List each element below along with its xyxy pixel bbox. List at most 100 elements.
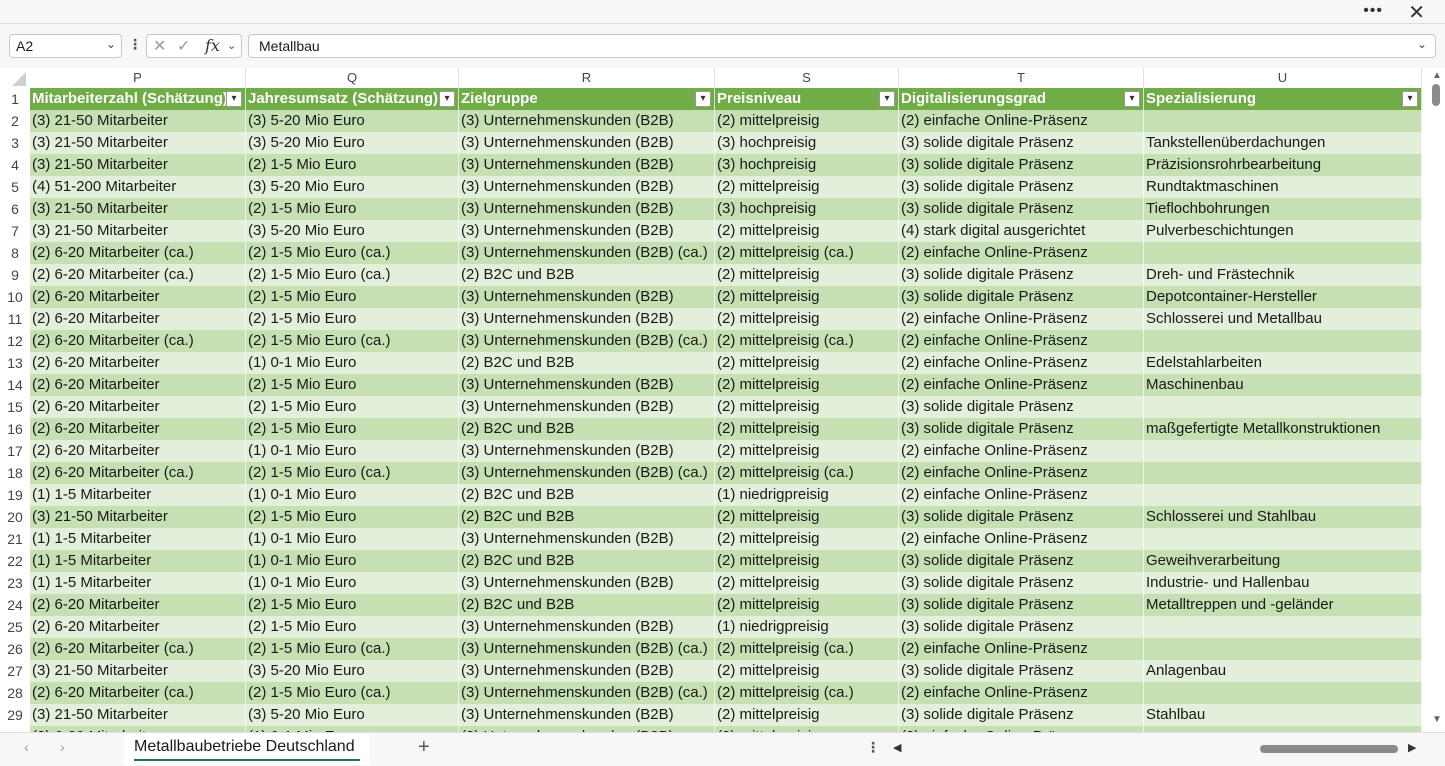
row-number[interactable]: 10 xyxy=(0,286,30,308)
table-cell[interactable] xyxy=(1144,396,1422,418)
table-cell[interactable]: (2) mittelpreisig xyxy=(715,550,899,572)
table-cell[interactable]: (2) mittelpreisig xyxy=(715,286,899,308)
table-cell[interactable]: Depotcontainer-Hersteller xyxy=(1144,286,1422,308)
row-number[interactable]: 14 xyxy=(0,374,30,396)
table-cell[interactable]: (2) B2C und B2B xyxy=(459,594,715,616)
table-cell[interactable]: (3) Unternehmenskunden (B2B) xyxy=(459,308,715,330)
row-number[interactable]: 22 xyxy=(0,550,30,572)
table-cell[interactable]: (2) einfache Online-Präsenz xyxy=(899,242,1144,264)
table-cell[interactable]: (3) 21-50 Mitarbeiter xyxy=(30,506,246,528)
table-cell[interactable]: Stahlbau xyxy=(1144,704,1422,726)
row-number[interactable]: 9 xyxy=(0,264,30,286)
table-cell[interactable]: (3) solide digitale Präsenz xyxy=(899,396,1144,418)
column-header-s[interactable]: S xyxy=(715,68,899,88)
table-cell[interactable]: (3) solide digitale Präsenz xyxy=(899,418,1144,440)
table-cell[interactable]: (3) 21-50 Mitarbeiter xyxy=(30,704,246,726)
table-cell[interactable]: (3) Unternehmenskunden (B2B) xyxy=(459,440,715,462)
table-cell[interactable]: (2) mittelpreisig xyxy=(715,308,899,330)
table-cell[interactable]: (3) Unternehmenskunden (B2B) (ca.) xyxy=(459,682,715,704)
row-number[interactable]: 28 xyxy=(0,682,30,704)
table-cell[interactable]: (3) Unternehmenskunden (B2B) xyxy=(459,396,715,418)
table-cell[interactable] xyxy=(1144,462,1422,484)
row-number[interactable]: 19 xyxy=(0,484,30,506)
table-cell[interactable]: (3) solide digitale Präsenz xyxy=(899,616,1144,638)
row-number[interactable]: 15 xyxy=(0,396,30,418)
row-number[interactable]: 5 xyxy=(0,176,30,198)
table-cell[interactable]: (2) B2C und B2B xyxy=(459,264,715,286)
prev-sheet-icon[interactable]: ‹ xyxy=(24,739,29,755)
table-cell[interactable]: (2) 1-5 Mio Euro xyxy=(246,506,459,528)
table-cell[interactable]: (2) mittelpreisig xyxy=(715,594,899,616)
row-number[interactable]: 20 xyxy=(0,506,30,528)
table-cell[interactable]: (2) 6-20 Mitarbeiter (ca.) xyxy=(30,682,246,704)
table-cell[interactable]: Tankstellenüberdachungen xyxy=(1144,132,1422,154)
row-number[interactable]: 4 xyxy=(0,154,30,176)
table-cell[interactable]: (2) einfache Online-Präsenz xyxy=(899,638,1144,660)
row-number[interactable]: 12 xyxy=(0,330,30,352)
chevron-down-icon[interactable]: ⌄ xyxy=(106,37,116,51)
table-cell[interactable]: (2) 6-20 Mitarbeiter xyxy=(30,308,246,330)
row-number[interactable]: 11 xyxy=(0,308,30,330)
column-header-t[interactable]: T xyxy=(899,68,1144,88)
row-number[interactable]: 16 xyxy=(0,418,30,440)
table-cell[interactable]: (2) 6-20 Mitarbeiter xyxy=(30,352,246,374)
more-vertical-icon[interactable]: ⋮ xyxy=(866,739,880,756)
table-cell[interactable]: (2) einfache Online-Präsenz xyxy=(899,440,1144,462)
filter-dropdown-icon[interactable]: ▾ xyxy=(879,91,895,107)
table-cell[interactable]: (2) mittelpreisig xyxy=(715,176,899,198)
table-cell[interactable]: (3) Unternehmenskunden (B2B) (ca.) xyxy=(459,330,715,352)
table-header-cell[interactable]: Jahresumsatz (Schätzung) ▾ xyxy=(246,88,459,110)
table-cell[interactable]: Schlosserei und Stahlbau xyxy=(1144,506,1422,528)
table-cell[interactable]: (1) 0-1 Mio Euro xyxy=(246,440,459,462)
table-cell[interactable]: (2) mittelpreisig xyxy=(715,220,899,242)
table-cell[interactable]: (3) Unternehmenskunden (B2B) xyxy=(459,132,715,154)
table-cell[interactable]: (4) stark digital ausgerichtet xyxy=(899,220,1144,242)
chevron-down-icon[interactable]: ⌄ xyxy=(227,39,236,52)
table-cell[interactable]: (2) mittelpreisig xyxy=(715,374,899,396)
table-cell[interactable]: (2) 1-5 Mio Euro xyxy=(246,198,459,220)
table-cell[interactable]: (3) hochpreisig xyxy=(715,198,899,220)
table-cell[interactable]: (2) 1-5 Mio Euro (ca.) xyxy=(246,462,459,484)
formula-input[interactable]: Metallbau ⌄ xyxy=(248,34,1436,58)
table-cell[interactable]: (1) 0-1 Mio Euro xyxy=(246,352,459,374)
table-cell[interactable]: (3) 5-20 Mio Euro xyxy=(246,132,459,154)
table-cell[interactable]: (2) 1-5 Mio Euro xyxy=(246,396,459,418)
table-cell[interactable]: (3) Unternehmenskunden (B2B) (ca.) xyxy=(459,462,715,484)
filter-dropdown-icon[interactable]: ▾ xyxy=(439,91,455,107)
row-number[interactable]: 23 xyxy=(0,572,30,594)
table-cell[interactable]: Industrie- und Hallenbau xyxy=(1144,572,1422,594)
sheet-tab-active[interactable]: Metallbaubetriebe Deutschland xyxy=(124,733,370,765)
row-number[interactable]: 18 xyxy=(0,462,30,484)
scroll-right-icon[interactable]: ▶ xyxy=(1408,741,1416,754)
table-cell[interactable]: (2) mittelpreisig (ca.) xyxy=(715,638,899,660)
filter-dropdown-icon[interactable]: ▾ xyxy=(1402,91,1418,107)
scroll-down-icon[interactable]: ▼ xyxy=(1432,714,1442,725)
table-cell[interactable]: (2) mittelpreisig xyxy=(715,352,899,374)
table-cell[interactable]: (2) B2C und B2B xyxy=(459,418,715,440)
table-cell[interactable]: (2) 6-20 Mitarbeiter xyxy=(30,286,246,308)
column-header-p[interactable]: P xyxy=(30,68,246,88)
table-cell[interactable]: (2) einfache Online-Präsenz xyxy=(899,484,1144,506)
table-cell[interactable]: (2) mittelpreisig xyxy=(715,704,899,726)
insert-function-icon[interactable]: fx xyxy=(205,36,220,55)
more-horizontal-icon[interactable]: ••• xyxy=(1363,2,1383,20)
table-cell[interactable]: (3) Unternehmenskunden (B2B) xyxy=(459,154,715,176)
table-cell[interactable]: (3) 21-50 Mitarbeiter xyxy=(30,198,246,220)
table-cell[interactable]: (2) einfache Online-Präsenz xyxy=(899,462,1144,484)
enter-check-icon[interactable]: ✓ xyxy=(177,36,190,56)
table-header-cell[interactable]: Mitarbeiterzahl (Schätzung) ▾ xyxy=(30,88,246,110)
table-cell[interactable]: (3) solide digitale Präsenz xyxy=(899,198,1144,220)
table-cell[interactable] xyxy=(1144,110,1422,132)
table-cell[interactable]: (3) 5-20 Mio Euro xyxy=(246,220,459,242)
row-number[interactable]: 8 xyxy=(0,242,30,264)
table-cell[interactable]: (3) solide digitale Präsenz xyxy=(899,572,1144,594)
table-cell[interactable]: (2) mittelpreisig (ca.) xyxy=(715,462,899,484)
table-cell[interactable]: (2) mittelpreisig xyxy=(715,396,899,418)
table-cell[interactable]: (2) einfache Online-Präsenz xyxy=(899,308,1144,330)
table-cell[interactable]: Maschinenbau xyxy=(1144,374,1422,396)
table-cell[interactable]: (2) 1-5 Mio Euro (ca.) xyxy=(246,638,459,660)
row-number[interactable]: 24 xyxy=(0,594,30,616)
table-cell[interactable]: (1) 0-1 Mio Euro xyxy=(246,528,459,550)
table-cell[interactable]: (2) mittelpreisig xyxy=(715,110,899,132)
scroll-left-icon[interactable]: ◀ xyxy=(893,741,901,754)
